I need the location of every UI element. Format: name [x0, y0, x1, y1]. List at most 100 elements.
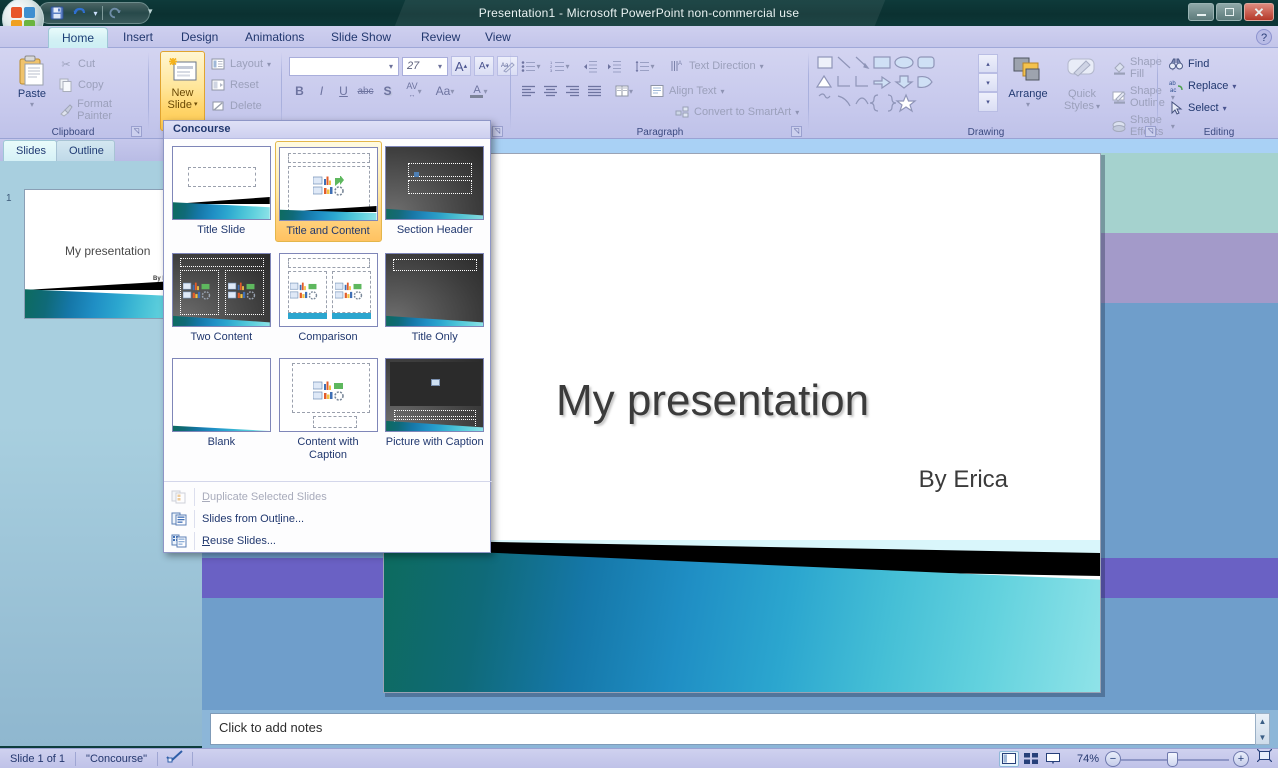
strikethrough-button[interactable]: abc — [355, 81, 376, 101]
close-button[interactable]: ✕ — [1244, 3, 1274, 21]
justify-button[interactable] — [584, 81, 605, 101]
font-color-button[interactable]: A ▾ — [464, 81, 494, 101]
menu-item-duplicate-selected-slides[interactable]: Duplicate Selected Slides — [164, 486, 492, 508]
columns-button[interactable]: ▾ — [610, 81, 638, 101]
font-size-caret[interactable]: ▾ — [433, 62, 447, 71]
italic-button[interactable]: I — [311, 81, 332, 101]
layout-two-content[interactable]: Two Content — [168, 248, 275, 347]
paragraph-dialog-launcher[interactable]: ◹ — [791, 126, 802, 137]
layout-button[interactable]: Layout ▾ — [210, 56, 271, 72]
character-spacing-caret[interactable]: ▾ — [418, 87, 422, 96]
align-center-button[interactable] — [540, 81, 561, 101]
convert-to-smartart-caret[interactable]: ▾ — [795, 108, 799, 117]
bullets-caret[interactable]: ▾ — [536, 62, 540, 71]
zoom-slider[interactable] — [1121, 751, 1229, 767]
copy-button[interactable]: Copy — [58, 77, 146, 93]
layout-comparison[interactable]: Comparison — [275, 248, 382, 347]
select-button[interactable]: Select ▾ — [1168, 100, 1236, 116]
quick-styles-caret[interactable]: ▾ — [1096, 102, 1100, 111]
new-slide-layout-menu[interactable]: Concourse Title Slide — [163, 120, 491, 553]
tab-animations[interactable]: Animations — [232, 27, 317, 48]
quick-styles-button[interactable]: Quick Styles ▾ — [1058, 54, 1106, 112]
zoom-slider-handle[interactable] — [1167, 752, 1178, 767]
notes-scroll-down-icon[interactable]: ▼ — [1256, 730, 1269, 744]
layout-blank[interactable]: Blank — [168, 353, 275, 465]
underline-button[interactable]: U — [333, 81, 354, 101]
font-name-combo[interactable]: ▾ — [289, 57, 399, 76]
columns-caret[interactable]: ▾ — [629, 87, 633, 96]
layout-title-and-content[interactable]: Title and Content — [275, 141, 382, 242]
menu-item-slides-from-outline[interactable]: Slides from Outline... — [164, 508, 492, 530]
replace-caret[interactable]: ▾ — [1232, 82, 1236, 91]
bold-button[interactable]: B — [289, 81, 310, 101]
pane-tab-slides[interactable]: Slides — [3, 140, 57, 161]
slide-subtitle-placeholder[interactable]: By Erica — [919, 466, 1008, 494]
layout-picture-with-caption[interactable]: Picture with Caption — [381, 353, 488, 465]
character-spacing-button[interactable]: AV↔ ▾ — [399, 81, 429, 101]
line-spacing-button[interactable]: ▾ — [632, 56, 658, 76]
view-normal-button[interactable] — [999, 751, 1019, 767]
view-slide-sorter-button[interactable] — [1021, 751, 1041, 767]
cut-button[interactable]: ✂ Cut — [58, 56, 146, 72]
shrink-font-button[interactable]: A▾ — [474, 56, 494, 76]
text-direction-button[interactable]: A Text Direction ▾ — [669, 58, 764, 74]
grow-font-button[interactable]: A▴ — [451, 56, 471, 76]
align-text-caret[interactable]: ▾ — [721, 87, 725, 96]
save-icon[interactable] — [47, 4, 67, 22]
office-button[interactable] — [2, 0, 44, 26]
reset-button[interactable]: Reset — [210, 77, 271, 93]
undo-dropdown-caret[interactable]: ▾ — [91, 4, 100, 22]
tab-design[interactable]: Design — [168, 27, 231, 48]
tab-insert[interactable]: Insert — [110, 27, 166, 48]
align-right-button[interactable] — [562, 81, 583, 101]
replace-button[interactable]: abac Replace ▾ — [1168, 78, 1236, 94]
bullets-button[interactable]: ▾ — [518, 56, 544, 76]
zoom-in-button[interactable]: + — [1233, 751, 1249, 767]
spellcheck-icon[interactable] — [158, 749, 192, 768]
shapes-gallery[interactable] — [816, 54, 976, 119]
tab-home[interactable]: Home — [48, 27, 108, 48]
clipboard-dialog-launcher[interactable]: ◹ — [131, 126, 142, 137]
tab-slide-show[interactable]: Slide Show — [318, 27, 404, 48]
qat-customize-caret[interactable]: ▾ — [148, 6, 153, 17]
align-text-button[interactable]: Align Text ▾ — [649, 83, 725, 99]
undo-icon[interactable] — [69, 4, 89, 22]
menu-item-reuse-slides[interactable]: Reuse Slides... — [164, 530, 492, 552]
font-dialog-launcher[interactable]: ◹ — [492, 126, 503, 137]
layout-content-with-caption[interactable]: Content with Caption — [275, 353, 382, 465]
select-caret[interactable]: ▾ — [1223, 104, 1227, 113]
paste-button[interactable]: Paste ▾ — [10, 54, 54, 109]
find-button[interactable]: Find — [1168, 56, 1236, 72]
shapes-scroll-up-icon[interactable]: ▴ — [978, 54, 998, 73]
tab-review[interactable]: Review — [408, 27, 473, 48]
format-painter-button[interactable]: Format Painter — [58, 98, 146, 122]
convert-to-smartart-button[interactable]: Convert to SmartArt ▾ — [674, 104, 799, 120]
layout-title-slide[interactable]: Title Slide — [168, 141, 275, 242]
change-case-button[interactable]: Aa ▾ — [430, 81, 460, 101]
shapes-more-icon[interactable]: ▾ — [978, 92, 998, 112]
text-direction-caret[interactable]: ▾ — [760, 62, 764, 71]
fit-to-window-icon[interactable] — [1249, 749, 1278, 768]
notes-scrollbar[interactable]: ▲ ▼ — [1255, 713, 1270, 745]
tab-view[interactable]: View — [472, 27, 524, 48]
line-spacing-caret[interactable]: ▾ — [650, 62, 654, 71]
redo-icon[interactable] — [105, 4, 125, 22]
align-left-button[interactable] — [518, 81, 539, 101]
layout-title-only[interactable]: Title Only — [381, 248, 488, 347]
delete-slide-button[interactable]: Delete — [210, 98, 271, 114]
new-slide-button[interactable]: New Slide ▾ — [160, 51, 205, 131]
font-size-combo[interactable]: 27 ▾ — [402, 57, 448, 76]
arrange-caret[interactable]: ▾ — [1026, 100, 1030, 109]
font-color-caret[interactable]: ▾ — [483, 87, 487, 96]
numbering-caret[interactable]: ▾ — [565, 62, 569, 71]
numbering-button[interactable]: 123 ▾ — [547, 56, 573, 76]
view-slide-show-button[interactable] — [1043, 751, 1063, 767]
help-icon[interactable]: ? — [1256, 29, 1272, 45]
notes-placeholder[interactable]: Click to add notes — [210, 713, 1270, 745]
shapes-gallery-scroll[interactable]: ▴ ▾ ▾ — [978, 54, 998, 114]
zoom-out-button[interactable]: − — [1105, 751, 1121, 767]
paste-caret[interactable]: ▾ — [30, 100, 34, 109]
text-shadow-button[interactable]: S — [377, 81, 398, 101]
minimize-button[interactable] — [1188, 3, 1214, 21]
shapes-scroll-down-icon[interactable]: ▾ — [978, 73, 998, 92]
